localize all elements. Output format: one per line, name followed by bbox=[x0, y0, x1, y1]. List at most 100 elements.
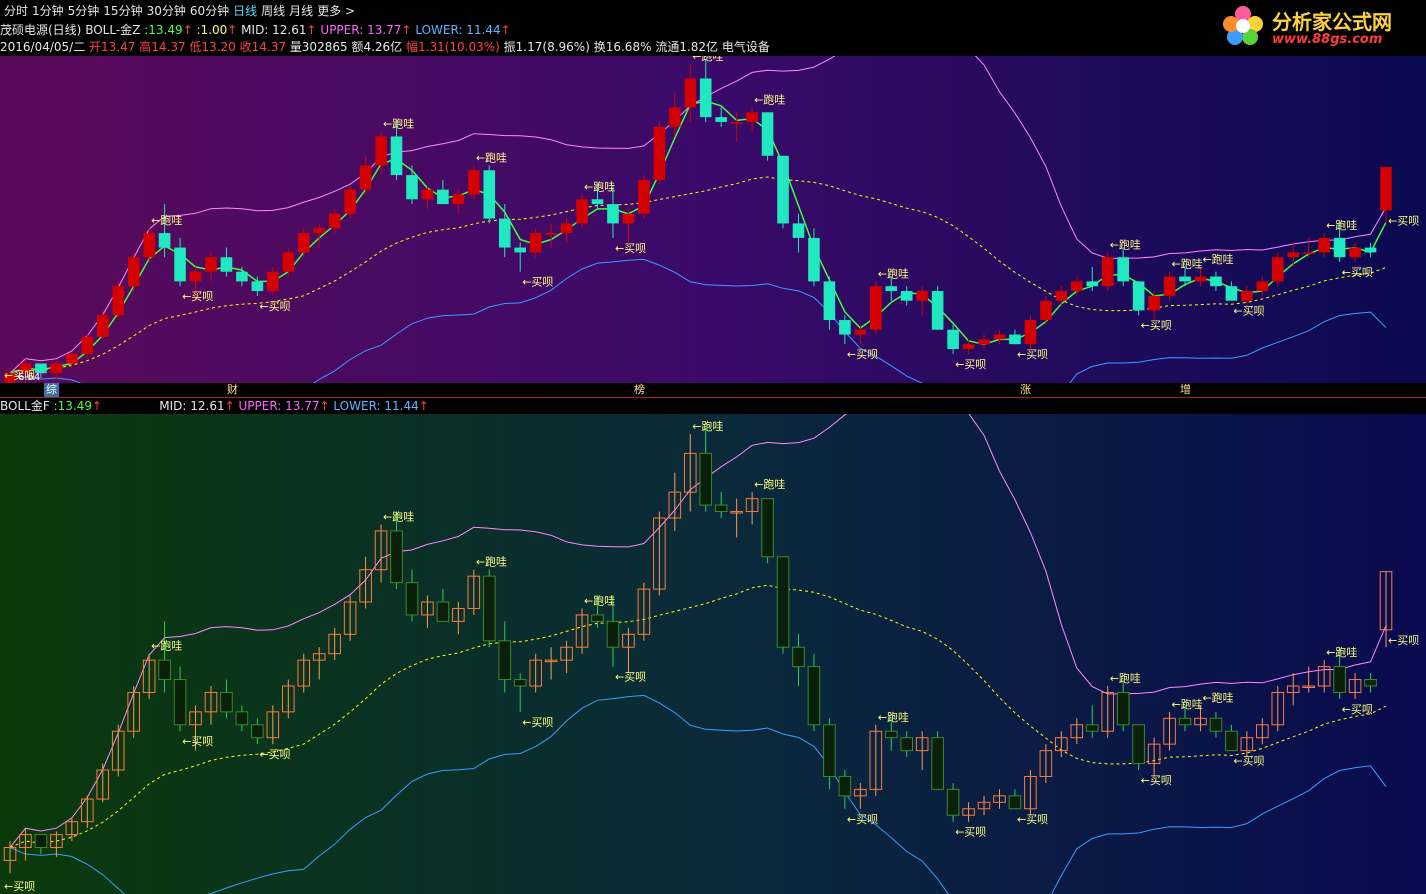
candle-body bbox=[715, 117, 727, 122]
candle-body bbox=[884, 730, 898, 739]
candle-body bbox=[529, 233, 542, 253]
quote-volume: 量302865 bbox=[289, 40, 348, 54]
period-tab-7[interactable]: 周线 bbox=[261, 0, 285, 22]
candle-body bbox=[1117, 257, 1129, 282]
candle-body bbox=[282, 252, 295, 272]
run-signal-label: ←跑哇 bbox=[476, 555, 507, 569]
period-tab-9[interactable]: 更多 > bbox=[317, 0, 355, 22]
candle-body bbox=[1210, 276, 1222, 287]
buy-signal-label: ←买呗 bbox=[1233, 755, 1264, 768]
candle-body bbox=[406, 175, 418, 200]
event-marker-4[interactable]: 增 bbox=[1180, 383, 1191, 397]
up-arrow-icon: ↑ bbox=[227, 23, 238, 37]
candle-body bbox=[112, 286, 125, 316]
run-signal-label: ←跑哇 bbox=[754, 477, 785, 491]
period-tab-6[interactable]: 日线 bbox=[233, 0, 257, 22]
candle-body bbox=[669, 107, 681, 127]
candle-body bbox=[730, 121, 743, 124]
run-signal-label: ←跑哇 bbox=[383, 117, 414, 131]
candle bbox=[777, 155, 789, 229]
candle-body bbox=[947, 329, 959, 350]
candle bbox=[653, 121, 666, 185]
candle-body bbox=[267, 271, 279, 292]
candle-body bbox=[900, 291, 913, 301]
buy-signal-label: ←买呗 bbox=[259, 300, 290, 313]
candle-body bbox=[622, 213, 635, 224]
buy-signal-label: ←买呗 bbox=[1141, 774, 1172, 787]
run-signal-label: ←跑哇 bbox=[151, 639, 182, 653]
period-tab-1[interactable]: 1分钟 bbox=[32, 0, 64, 22]
buy-signal-label: ←买呗 bbox=[1342, 703, 1373, 716]
run-signal-label: ←跑哇 bbox=[1326, 645, 1357, 659]
buy-signal-label: ←买呗 bbox=[1388, 214, 1419, 227]
candle-body bbox=[1148, 295, 1160, 311]
candle-body bbox=[931, 291, 944, 330]
run-signal-label: ←跑哇 bbox=[1172, 257, 1203, 271]
up-arrow-icon: ↑ bbox=[182, 23, 193, 37]
candle-body bbox=[1318, 237, 1330, 253]
period-tab-3[interactable]: 15分钟 bbox=[103, 0, 142, 22]
main-candlestick-chart[interactable]: ←跑哇←买呗←买呗←跑哇←跑哇←买呗←跑哇←买呗←跑哇←跑哇←买呗←跑哇←买呗←… bbox=[0, 56, 1426, 383]
event-marker-0[interactable]: 综 bbox=[44, 383, 59, 397]
candle bbox=[1101, 252, 1114, 292]
quote-low: 低13.20 bbox=[189, 40, 236, 54]
candle-body bbox=[421, 189, 434, 200]
buy-signal-label: ←买呗 bbox=[615, 242, 646, 255]
candle-body bbox=[1132, 724, 1145, 765]
candle-body bbox=[606, 620, 620, 648]
candle-body bbox=[344, 189, 356, 214]
candle-body bbox=[236, 271, 248, 282]
candle-body bbox=[1085, 724, 1099, 732]
buy-signal-label: ←买呗 bbox=[847, 813, 878, 826]
period-tab-0[interactable]: 分时 bbox=[4, 0, 28, 22]
run-signal-label: ←跑哇 bbox=[692, 419, 723, 433]
candle-body bbox=[96, 315, 109, 337]
candle-body bbox=[761, 498, 774, 558]
candle-body bbox=[1024, 320, 1037, 345]
candle bbox=[761, 498, 774, 564]
candle-body bbox=[823, 724, 836, 777]
candle bbox=[143, 228, 155, 263]
candle bbox=[127, 252, 140, 292]
candle-body bbox=[978, 339, 990, 345]
event-marker-3[interactable]: 涨 bbox=[1020, 383, 1031, 397]
candle-body bbox=[390, 530, 403, 584]
candle-body bbox=[1070, 281, 1083, 292]
candle-body bbox=[1333, 237, 1346, 258]
quote-sector: 电气设备 bbox=[721, 40, 770, 54]
candle-body bbox=[699, 452, 713, 506]
candle-body bbox=[591, 199, 604, 205]
period-tab-8[interactable]: 月线 bbox=[289, 0, 313, 22]
candle-body bbox=[158, 233, 171, 248]
event-marker-2[interactable]: 榜 bbox=[634, 383, 645, 397]
candle-body bbox=[1009, 334, 1021, 345]
logo-url: www.88gs.com bbox=[1272, 32, 1383, 47]
candle-body bbox=[220, 257, 233, 272]
candle-body bbox=[1116, 691, 1130, 726]
candle-body bbox=[823, 281, 836, 321]
candle-body bbox=[1364, 247, 1377, 253]
candle-body bbox=[1241, 291, 1253, 301]
buy-signal-label: ←买呗 bbox=[522, 276, 553, 289]
candle-body bbox=[607, 204, 619, 224]
event-marker-1[interactable]: 财 bbox=[227, 383, 238, 397]
candle-body bbox=[807, 666, 821, 726]
candle bbox=[638, 175, 650, 219]
period-tab-2[interactable]: 5分钟 bbox=[68, 0, 100, 22]
candle bbox=[931, 731, 944, 790]
quote-close: 收14.37 bbox=[239, 40, 286, 54]
period-tab-4[interactable]: 30分钟 bbox=[147, 0, 186, 22]
lower-boll-chart[interactable]: ←跑哇←买呗←买呗←跑哇←跑哇←买呗←跑哇←买呗←跑哇←跑哇←买呗←跑哇←买呗←… bbox=[0, 414, 1426, 894]
indicator-name: BOLL-金Z bbox=[85, 23, 141, 37]
candle-body bbox=[66, 353, 78, 364]
candle-body bbox=[838, 775, 852, 797]
candle-body bbox=[699, 78, 712, 118]
run-signal-label: ←跑哇 bbox=[476, 150, 507, 164]
mid-value: MID: 12.61 bbox=[241, 23, 307, 37]
buy-signal-label: ←买呗 bbox=[1388, 634, 1419, 647]
buy-signal-label: ←买呗 bbox=[182, 290, 213, 303]
up-arrow-icon: ↑ bbox=[500, 23, 511, 37]
period-tab-5[interactable]: 60分钟 bbox=[190, 0, 229, 22]
event-marker-bar: 综财榜涨增 bbox=[0, 383, 1426, 397]
buy-signal-label: ←买呗 bbox=[1017, 813, 1048, 826]
